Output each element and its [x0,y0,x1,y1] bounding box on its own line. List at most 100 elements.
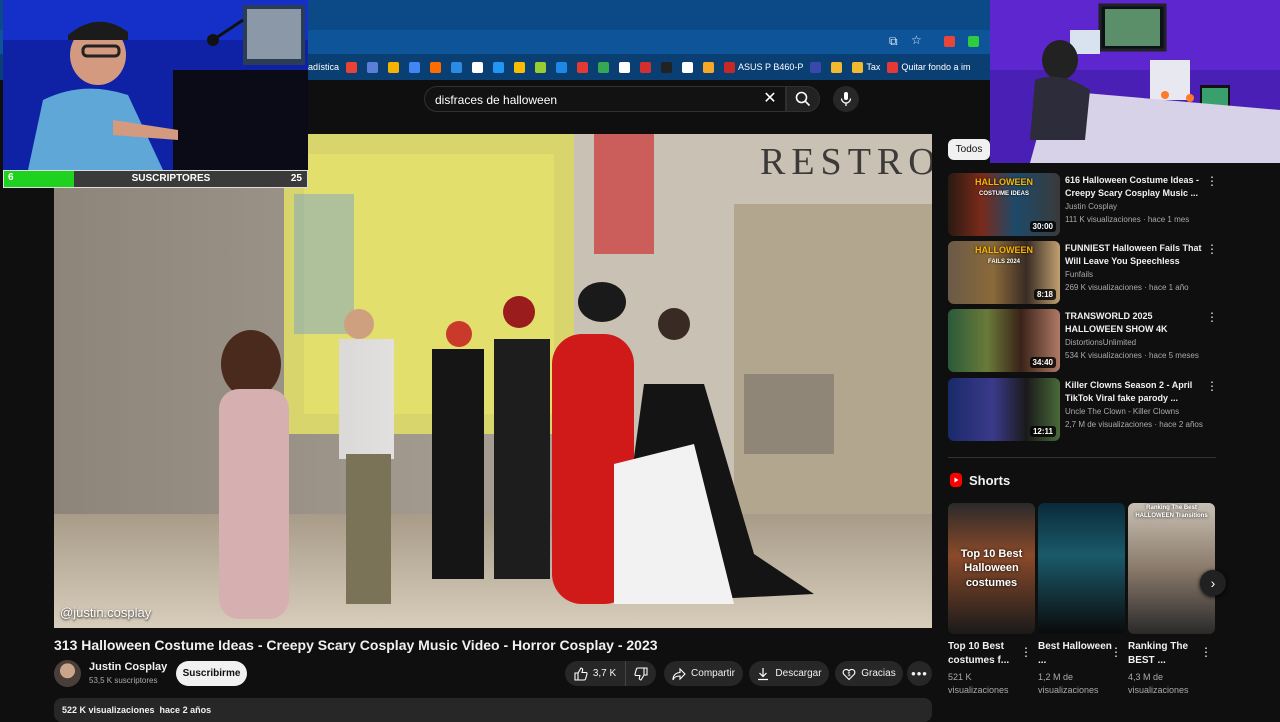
bookmark-item[interactable] [619,61,633,73]
more-vertical-icon[interactable]: ⋮ [1200,645,1212,659]
webcam-overlay-setup [990,0,1280,163]
recommendation-channel[interactable]: DistortionsUnlimited [1065,338,1136,347]
short-thumbnail[interactable]: Top 10 Best Halloween costumes [948,503,1035,634]
search-input[interactable]: disfraces de halloween [424,86,786,112]
short-views: 1,2 M de visualizaciones [1038,672,1099,695]
recommendation-item[interactable]: HALLOWEEN FAILS 2024 8:18 FUNNIEST Hallowee… [948,241,1218,304]
recommendation-channel[interactable]: Funfails [1065,270,1093,279]
thanks-button[interactable]: $ Gracias [835,661,903,686]
extension-icon[interactable] [944,36,955,47]
short-title[interactable]: Top 10 Best costumes f... [948,640,1028,668]
bookmark-item[interactable] [810,61,824,73]
bookmark-favicon-icon [472,61,484,73]
recommendation-meta: 111 K visualizaciones · hace 1 mes [1065,215,1190,224]
recommendation-channel[interactable]: Justin Cosplay [1065,202,1117,211]
bookmark-item[interactable] [640,61,654,73]
video-watermark: @justin.cosplay [60,605,152,620]
install-app-icon[interactable]: ⧉ [889,34,898,49]
download-button[interactable]: Descargar [749,661,829,686]
bookmark-item[interactable] [472,61,486,73]
recommendation-item[interactable]: 12:11 Killer Clowns Season 2 - April TikT… [948,378,1218,441]
bookmark-item[interactable] [598,61,612,73]
more-actions-button[interactable]: ••• [907,661,932,686]
bookmark-favicon-icon [661,61,673,73]
video-frame: RESTRO [54,134,932,628]
voice-search-button[interactable] [833,86,859,112]
bookmark-item[interactable] [831,61,845,73]
recommendation-channel[interactable]: Uncle The Clown - Killer Clowns [1065,407,1179,416]
thumbs-up-icon [574,666,588,681]
share-button[interactable]: Compartir [664,661,743,686]
bookmark-favicon-icon [703,61,715,73]
video-thumbnail[interactable]: 34:40 [948,309,1060,372]
extension-icon[interactable] [968,36,979,47]
bookmark-favicon-icon [887,61,899,73]
bookmark-item[interactable] [535,61,549,73]
description-box[interactable]: 522 K visualizaciones hace 2 años [54,698,932,722]
bookmark-item[interactable] [661,61,675,73]
short-title[interactable]: Ranking The BEST ... [1128,640,1208,668]
recommendation-title[interactable]: FUNNIEST Halloween Fails That Will Leave… [1065,242,1203,268]
recommendation-title[interactable]: TRANSWORLD 2025 HALLOWEEN SHOW 4K [1065,310,1203,336]
recommendation-item[interactable]: HALLOWEEN COSTUME IDEAS 30:00 616 Halloween… [948,173,1218,236]
bookmark-item[interactable] [493,61,507,73]
bookmark-item[interactable] [556,61,570,73]
video-thumbnail[interactable]: HALLOWEEN FAILS 2024 8:18 [948,241,1060,304]
bookmark-item[interactable] [346,61,360,73]
more-vertical-icon[interactable]: ⋮ [1110,645,1122,659]
bookmark-item[interactable] [409,61,423,73]
download-icon [758,667,769,680]
thumbs-down-icon [634,666,648,681]
video-player[interactable]: RESTRO [54,134,932,628]
bookmark-item[interactable] [367,61,381,73]
like-count: 3,7 K [592,668,617,679]
more-vertical-icon[interactable]: ⋮ [1206,311,1218,323]
short-title[interactable]: Best Halloween ... [1038,640,1118,668]
subscribe-button[interactable]: Suscribirme [176,661,247,686]
filter-chip-all[interactable]: Todos [948,139,990,160]
star-icon[interactable]: ☆ [911,33,922,47]
bookmark-item[interactable]: adística [308,62,339,72]
recommendation-title[interactable]: Killer Clowns Season 2 - April TikTok Vi… [1065,379,1203,405]
more-vertical-icon[interactable]: ⋮ [1206,175,1218,187]
bookmark-item[interactable] [703,61,717,73]
bookmark-item[interactable] [682,61,696,73]
thanks-heart-icon: $ [842,668,856,680]
short-thumbnail[interactable]: Ranking The Best HALLOWEEN Transitions [1128,503,1215,634]
share-icon [672,667,686,680]
channel-name[interactable]: Justin Cosplay [89,661,167,673]
channel-avatar[interactable] [54,660,81,687]
short-views: 521 K visualizaciones [948,672,1009,695]
more-vertical-icon[interactable]: ⋮ [1206,243,1218,255]
more-vertical-icon[interactable]: ⋮ [1020,645,1032,659]
bookmark-item[interactable] [451,61,465,73]
bookmark-item[interactable] [430,61,444,73]
subscriber-goal-label: SUSCRIPTORES [74,171,268,187]
video-thumbnail[interactable]: HALLOWEEN COSTUME IDEAS 30:00 [948,173,1060,236]
more-vertical-icon[interactable]: ⋮ [1206,380,1218,392]
divider [948,457,1216,458]
bookmark-item[interactable] [577,61,591,73]
bookmark-favicon-icon [514,61,526,73]
bookmark-favicon-icon [640,61,652,73]
shorts-heading: Shorts [969,473,1011,488]
like-button[interactable]: 3,7 K [565,661,625,686]
bookmark-item[interactable]: ASUS P B460-P [724,61,803,73]
bookmark-label: Tax [866,62,881,72]
share-label: Compartir [691,668,735,679]
shorts-next-button[interactable]: › [1200,570,1226,596]
short-thumbnail[interactable] [1038,503,1125,634]
clear-search-icon[interactable]: ✕ [760,88,780,110]
short-overlay-text: Top 10 Best Halloween costumes [960,548,1023,589]
bookmark-item[interactable]: Tax [852,61,881,73]
bookmark-item[interactable] [514,61,528,73]
recommendation-item[interactable]: 34:40 TRANSWORLD 2025 HALLOWEEN SHOW 4K Di… [948,309,1218,372]
search-icon [795,91,811,107]
recommendation-title[interactable]: 616 Halloween Costume Ideas - Creepy Sca… [1065,174,1203,200]
bookmark-item[interactable]: Quitar fondo a im [887,61,970,73]
search-button[interactable] [786,86,820,112]
bookmark-favicon-icon [367,61,379,73]
bookmark-item[interactable] [388,61,402,73]
dislike-button[interactable] [625,661,656,686]
video-thumbnail[interactable]: 12:11 [948,378,1060,441]
